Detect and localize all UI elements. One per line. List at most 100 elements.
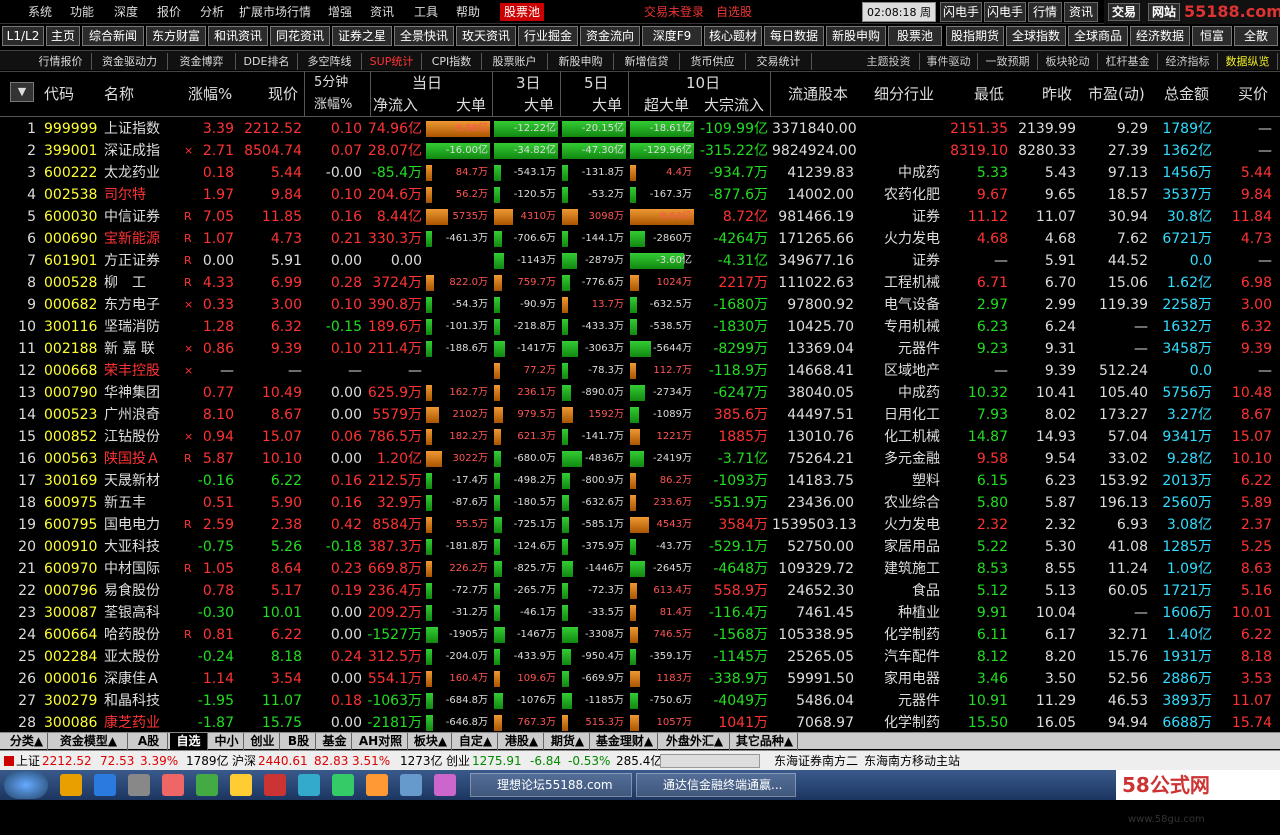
watchlist-label[interactable]: 自选股 (716, 3, 752, 21)
news-button[interactable]: 资讯 (1064, 2, 1098, 22)
menu-tools[interactable]: 工具 (414, 3, 438, 21)
table-row[interactable]: 5 600030 中信证券 R 7.05 11.85 0.16 8.44亿 5735万 4310万… (0, 206, 1280, 228)
header-total-amount[interactable]: 总金额 (1164, 83, 1209, 105)
table-row[interactable]: 2 399001 深证成指 × 2.71 8504.74 0.07 28.07亿 -16.00亿… (0, 140, 1280, 162)
tab-stock-account[interactable]: 股票账户 (482, 53, 548, 70)
table-row[interactable]: 1 999999 上证指数 3.39 2212.52 0.10 74.96亿 8.88亿 -12… (0, 118, 1280, 140)
table-row[interactable]: 16 000563 陕国投Ａ R 5.87 10.10 0.00 1.20亿 3022万 -680… (0, 448, 1280, 470)
header-5min-change[interactable]: 涨幅% (314, 94, 352, 116)
flash-trade-button-2[interactable]: 闪电手 (984, 2, 1026, 22)
header-pe[interactable]: 市盈(动) (1088, 83, 1145, 105)
app-icon[interactable] (332, 774, 354, 796)
table-row[interactable]: 26 000016 深康佳Ａ 1.14 3.54 0.00 554.1万 160.4万 109.… (0, 668, 1280, 690)
table-row[interactable]: 23 300087 荃银高科 -0.30 10.01 0.00 209.2万 -31.2万 -4… (0, 602, 1280, 624)
header-price[interactable]: 现价 (268, 83, 298, 105)
header-name[interactable]: 名称 (104, 83, 134, 105)
stock-pool-button[interactable]: 股票池 (888, 26, 942, 46)
tab-long-short[interactable]: 多空阵线 (298, 53, 362, 70)
header-change-pct[interactable]: 涨幅% (188, 83, 232, 105)
global-index-button[interactable]: 全球指数 (1006, 26, 1066, 46)
table-row[interactable]: 24 600664 哈药股份 R 0.81 6.22 0.00 -1527万 -1905万 -14… (0, 624, 1280, 646)
daily-news-button[interactable]: 玫天资讯 (456, 26, 516, 46)
industry-button[interactable]: 行业掘金 (518, 26, 578, 46)
table-row[interactable]: 28 300086 康芝药业 -1.87 15.75 0.00 -2181万 -646.8万 7… (0, 712, 1280, 734)
table-row[interactable]: 8 000528 柳 工 R 4.33 6.99 0.28 3724万 822.0万 759.7万… (0, 272, 1280, 294)
header-block-inflow[interactable]: 大宗流入 (704, 94, 764, 116)
bottom-tab[interactable]: 分类▲ (6, 733, 48, 750)
all-button[interactable]: 全散 (1234, 26, 1278, 46)
ipo-button[interactable]: 新股申购 (826, 26, 886, 46)
app-icon[interactable] (400, 774, 422, 796)
index-futures-button[interactable]: 股指期货 (946, 26, 1004, 46)
app-icon[interactable] (366, 774, 388, 796)
taskbar-trading-window[interactable]: 通达信金融终端通赢... (636, 773, 796, 797)
table-row[interactable]: 22 000796 易食股份 0.78 5.17 0.19 236.4万 -72.7万 -265… (0, 580, 1280, 602)
table-row[interactable]: 19 600795 国电电力 R 2.59 2.38 0.42 8584万 55.5万 -725.… (0, 514, 1280, 536)
tab-trade-stats[interactable]: 交易统计 (746, 53, 812, 70)
bottom-tab[interactable]: 外盘外汇▲ (660, 733, 730, 750)
table-row[interactable]: 15 000852 江钻股份 × 0.94 15.07 0.06 786.5万 182.2万 62… (0, 426, 1280, 448)
menu-analysis[interactable]: 分析 (200, 3, 224, 21)
tab-new-ipo[interactable]: 新股申购 (548, 53, 614, 70)
tab-fund-game[interactable]: 资金博弈 (168, 53, 236, 70)
tab-sup-stats[interactable]: SUP统计 (362, 53, 422, 70)
tab-event-drive[interactable]: 事件驱动 (920, 53, 978, 70)
menu-extended-market[interactable]: 扩展市场行情 (239, 3, 311, 21)
website-button[interactable]: 网站 (1148, 3, 1181, 21)
tab-fund-drive[interactable]: 资金驱动力 (92, 53, 168, 70)
bottom-tab[interactable]: 基金 (318, 733, 352, 750)
bottom-tab[interactable]: 中小 (210, 733, 244, 750)
tab-quote[interactable]: 行情报价 (30, 53, 92, 70)
table-row[interactable]: 20 000910 大亚科技 -0.75 5.26 -0.18 387.3万 -181.8万 -… (0, 536, 1280, 558)
tab-data-overview[interactable]: 数据纵览 (1218, 53, 1278, 70)
core-theme-button[interactable]: 核心题材 (704, 26, 762, 46)
header-5day-big-order[interactable]: 大单 (592, 94, 622, 116)
bottom-tab[interactable]: 板块▲ (410, 733, 452, 750)
menu-stock-pool[interactable]: 股票池 (500, 3, 545, 21)
header-today-big-order[interactable]: 大单 (456, 94, 486, 116)
bottom-tab[interactable]: 期货▲ (546, 733, 590, 750)
bottom-tab[interactable]: 创业 (246, 733, 280, 750)
depth-f9-button[interactable]: 深度F9 (642, 26, 702, 46)
header-prev-close[interactable]: 昨收 (1042, 83, 1072, 105)
header-3day-big-order[interactable]: 大单 (524, 94, 554, 116)
table-row[interactable]: 7 601901 方正证券 R 0.00 5.91 0.00 0.00 -1143万 -2879万… (0, 250, 1280, 272)
general-news-button[interactable]: 综合新闻 (82, 26, 144, 46)
tab-sector-rotation[interactable]: 板块轮动 (1038, 53, 1098, 70)
bottom-tab[interactable]: 港股▲ (500, 733, 544, 750)
sort-dropdown-icon[interactable]: ▼ (10, 82, 34, 102)
menu-enhance[interactable]: 增强 (328, 3, 352, 21)
tab-new-credit[interactable]: 新增信贷 (614, 53, 680, 70)
table-row[interactable]: 18 600975 新五丰 0.51 5.90 0.16 32.9万 -87.6万 -180.5… (0, 492, 1280, 514)
bottom-tab[interactable]: 基金理财▲ (592, 733, 658, 750)
tab-cpi[interactable]: CPI指数 (422, 53, 482, 70)
stockstar-button[interactable]: 证券之星 (332, 26, 392, 46)
menu-depth[interactable]: 深度 (114, 3, 138, 21)
table-row[interactable]: 9 000682 东方电子 × 0.33 3.00 0.10 390.8万 -54.3万 -90.… (0, 294, 1280, 316)
bottom-tab[interactable]: 自选 (170, 733, 208, 750)
table-row[interactable]: 3 600222 太龙药业 0.18 5.44 -0.00 -85.4万 84.7万 -543.… (0, 162, 1280, 184)
home-button[interactable]: 主页 (46, 26, 80, 46)
table-row[interactable]: 14 000523 广州浪奇 8.10 8.67 0.00 5579万 2102万 979.5万… (0, 404, 1280, 426)
windows-start-icon[interactable] (4, 771, 48, 799)
server-name[interactable]: 东海南方移动主站 (864, 752, 960, 770)
table-row[interactable]: 25 002284 亚太股份 -0.24 8.18 0.24 312.5万 -204.0万 -4… (0, 646, 1280, 668)
menu-help[interactable]: 帮助 (456, 3, 480, 21)
bottom-tab[interactable]: 资金模型▲ (50, 733, 128, 750)
header-float-shares[interactable]: 流通股本 (788, 83, 848, 105)
panorama-news-button[interactable]: 全景快讯 (394, 26, 454, 46)
menu-quote[interactable]: 报价 (157, 3, 181, 21)
app-icon[interactable] (264, 774, 286, 796)
economic-data-button[interactable]: 经济数据 (1130, 26, 1190, 46)
hengfu-button[interactable]: 恒富 (1192, 26, 1232, 46)
header-industry[interactable]: 细分行业 (874, 83, 934, 105)
tab-consensus[interactable]: 一致预期 (978, 53, 1038, 70)
app-icon[interactable] (230, 774, 252, 796)
bottom-tab[interactable]: 自定▲ (454, 733, 498, 750)
bottom-tab[interactable]: A股 (130, 733, 168, 750)
table-row[interactable]: 11 002188 新 嘉 联 × 0.86 9.39 0.10 211.4万 -188.6万 -… (0, 338, 1280, 360)
tonghua-button[interactable]: 同花资讯 (270, 26, 330, 46)
bottom-tab[interactable]: 其它品种▲ (732, 733, 798, 750)
header-buy-price[interactable]: 买价 (1238, 83, 1268, 105)
header-low[interactable]: 最低 (974, 83, 1004, 105)
